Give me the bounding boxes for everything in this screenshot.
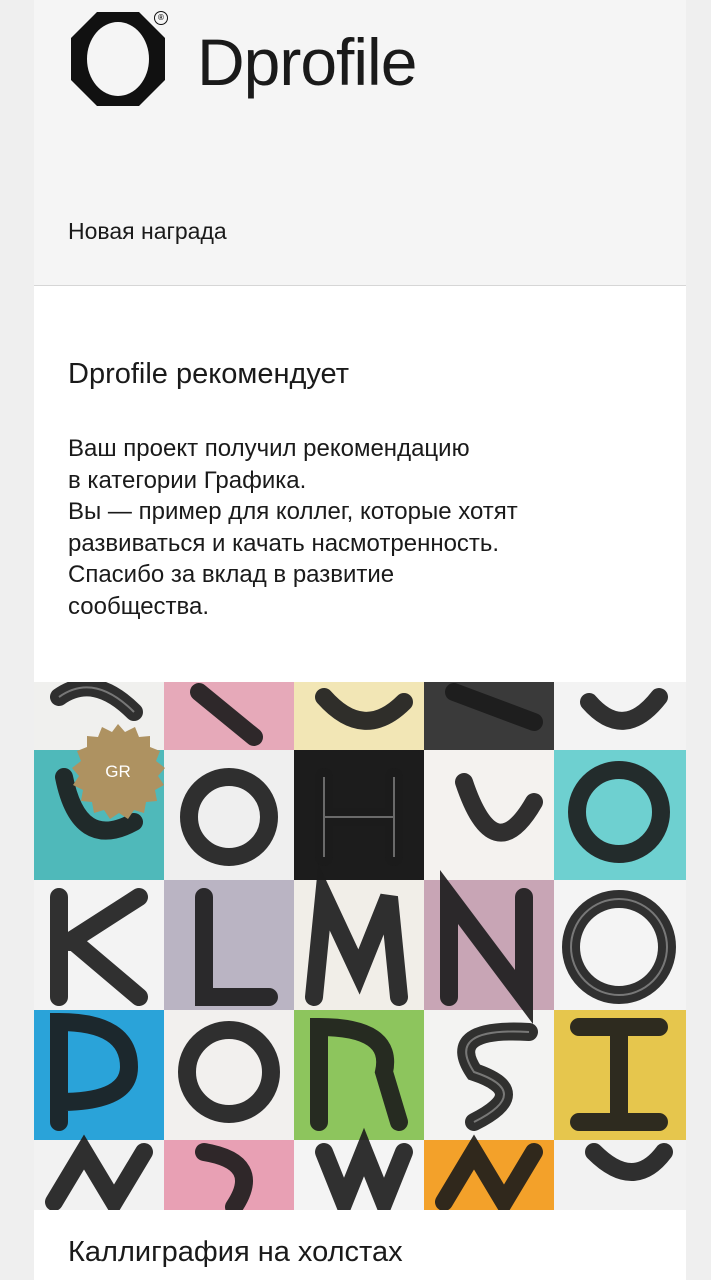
- email-body: Dprofile рекомендует Ваш проект получил …: [34, 286, 686, 1280]
- recommendation-text: Ваш проект получил рекомендацию в катего…: [68, 433, 628, 622]
- recommendation-line: сообщества.: [68, 592, 210, 620]
- recommendation-title: Dprofile рекомендует: [68, 358, 350, 390]
- recommendation-line: развиваться и качать насмотренность.: [68, 529, 500, 557]
- dprofile-logo-icon[interactable]: [67, 8, 169, 110]
- recommendation-line: Вы — пример для коллег, которые хотят: [68, 498, 518, 525]
- recommendation-line: в категории Графика.: [68, 466, 307, 494]
- project-title[interactable]: Каллиграфия на холстах: [68, 1236, 403, 1269]
- recommendation-line: Спасибо за вклад в развитие: [68, 561, 395, 588]
- notification-label: Новая награда: [68, 218, 227, 244]
- project-cover-image[interactable]: GR: [34, 682, 686, 1210]
- email-header: ® Dprofile Новая награда: [34, 0, 686, 286]
- registered-mark: ®: [154, 11, 168, 25]
- category-badge-label: GR: [105, 762, 131, 781]
- recommendation-line: Ваш проект получил рекомендацию: [68, 435, 470, 462]
- brand-name[interactable]: Dprofile: [197, 22, 417, 102]
- email-card: ® Dprofile Новая награда Dprofile рекоме…: [34, 0, 686, 1280]
